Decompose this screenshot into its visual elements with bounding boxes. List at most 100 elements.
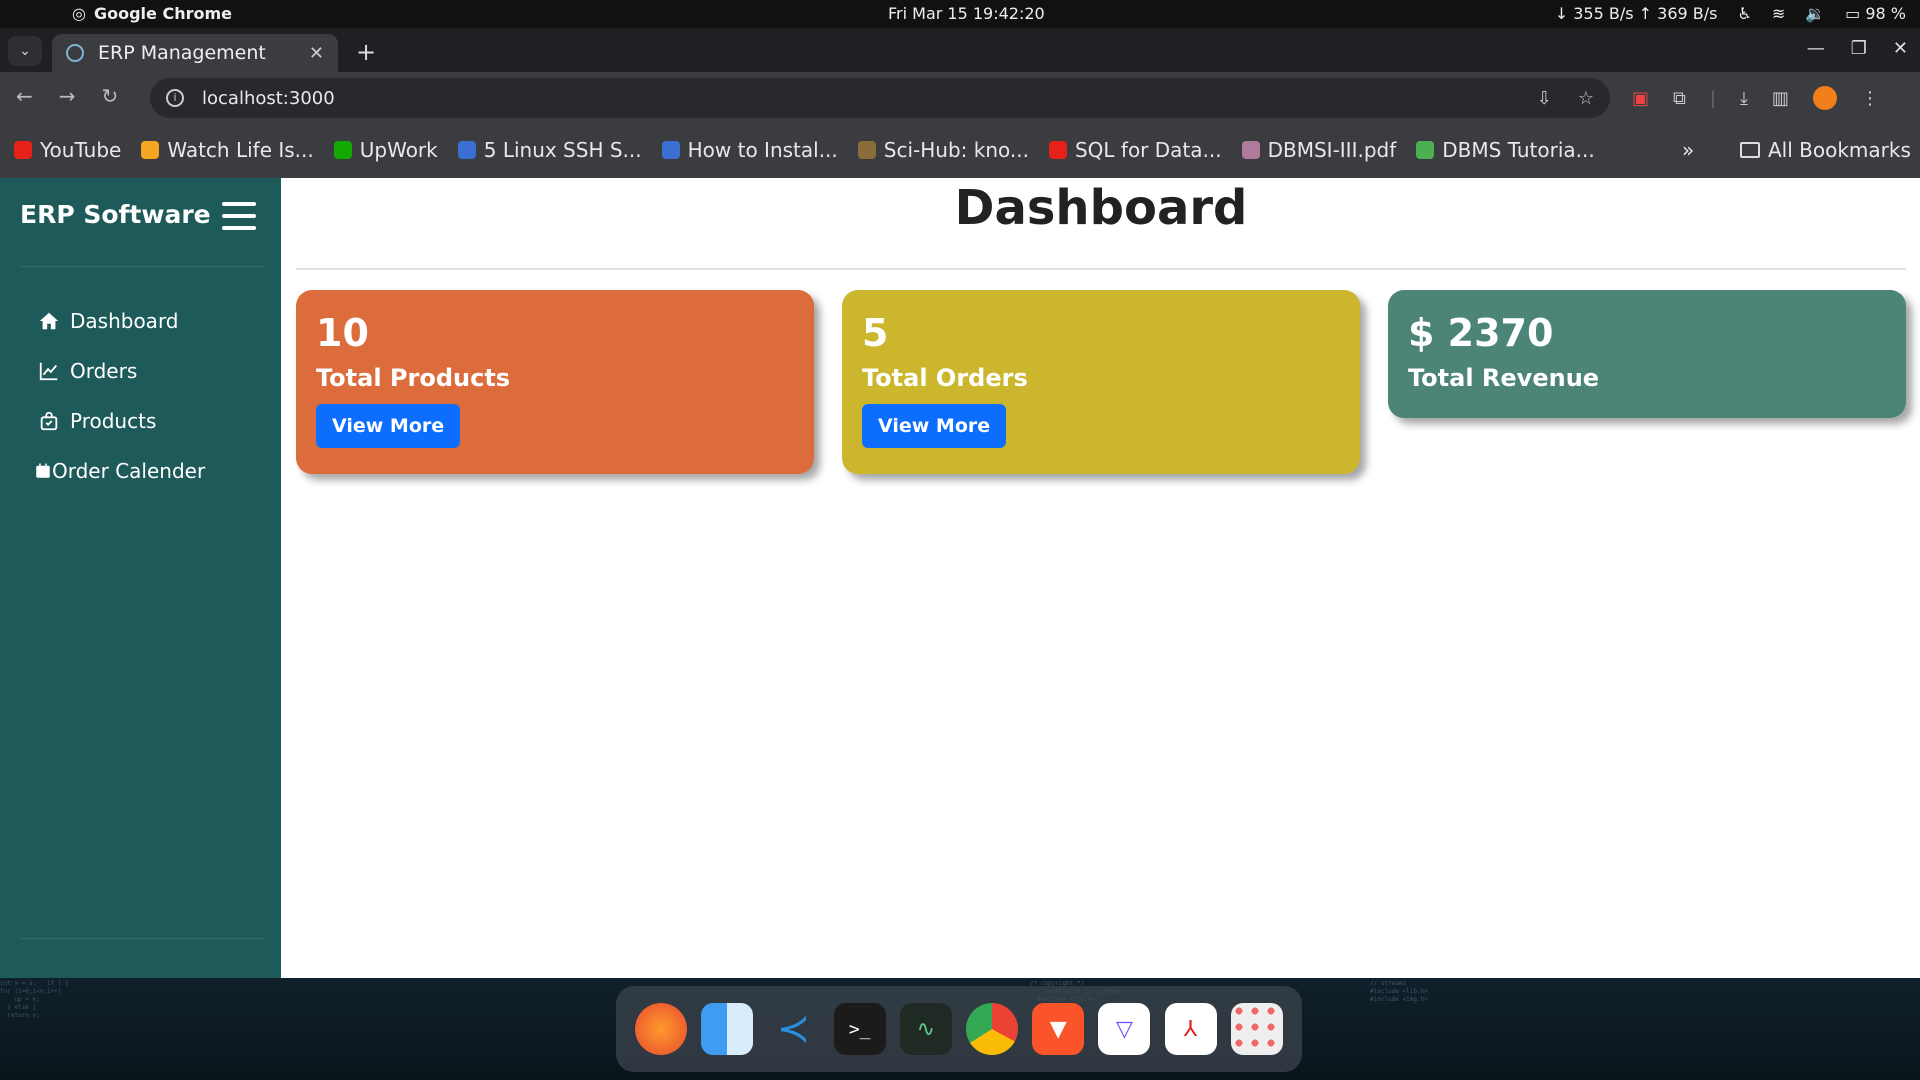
new-tab-button[interactable]: + (356, 38, 376, 66)
bookmark-item[interactable]: How to Instal... (661, 138, 838, 162)
card-total-products: 10 Total Products View More (296, 290, 814, 474)
window-controls: — ❐ ✕ (1807, 38, 1908, 59)
back-icon[interactable]: ← (16, 84, 33, 108)
card-label: Total Orders (862, 364, 1028, 392)
chrome-menu-icon[interactable]: ⋮ (1861, 88, 1879, 109)
site-info-icon[interactable]: i (166, 89, 184, 107)
bookmark-favicon-icon (457, 141, 476, 159)
hamburger-menu-icon[interactable] (222, 202, 256, 230)
sidebar-item-order-calender[interactable]: Order Calender (34, 446, 205, 496)
bookmark-item[interactable]: DBMS Tutoria... (1416, 138, 1595, 162)
bookmark-star-icon[interactable]: ☆ (1578, 88, 1594, 109)
vscode-icon[interactable]: ≺ (767, 1003, 819, 1055)
sidebar-menu: Dashboard Orders Products Order Calender (36, 296, 205, 496)
bookmarks-list: YouTube Watch Life Is... UpWork 5 Linux SSH… (14, 138, 1595, 162)
side-panel-icon[interactable]: ▥ (1772, 88, 1789, 109)
forward-icon[interactable]: → (59, 84, 76, 108)
extension-red-icon[interactable]: ▣ (1632, 88, 1649, 109)
tab-search-button[interactable]: ⌄ (8, 36, 42, 66)
bookmark-favicon-icon (1241, 141, 1260, 159)
clock[interactable]: Fri Mar 15 19:42:20 (888, 4, 1045, 23)
title-divider (296, 268, 1906, 270)
bookmark-favicon-icon (1416, 141, 1435, 159)
app-grid-icon[interactable] (1230, 1003, 1283, 1055)
dock: ≺ >_ ∿ ▼ ▽ ⅄ (616, 986, 1302, 1072)
acrobat-icon[interactable]: ⅄ (1164, 1003, 1217, 1055)
battery-status[interactable]: ▭ 98 % (1845, 4, 1906, 23)
toolbar-divider: | (1709, 87, 1716, 109)
calendar-icon (36, 463, 50, 478)
active-app-name[interactable]: ◎ Google Chrome (72, 4, 232, 23)
browser-tab-active[interactable]: ERP Management ✕ (52, 34, 338, 72)
sidebar-item-orders[interactable]: Orders (38, 346, 205, 396)
bookmark-favicon-icon (857, 141, 876, 159)
wifi-icon[interactable]: ≋ (1772, 4, 1785, 23)
bookmark-item[interactable]: YouTube (14, 138, 121, 162)
main-content: Dashboard 10 Total Products View More 5 … (296, 178, 1906, 978)
card-value: 10 (316, 311, 369, 355)
address-bar[interactable]: i localhost:3000 ⇩ ☆ (150, 78, 1610, 118)
sidebar-item-label: Order Calender (52, 459, 206, 483)
sidebar-divider (20, 266, 264, 267)
bookmark-item[interactable]: SQL for Data... (1048, 138, 1222, 162)
accessibility-icon[interactable]: ♿ (1737, 4, 1751, 23)
close-window-icon[interactable]: ✕ (1893, 38, 1908, 59)
status-area: ↓ 355 B/s ↑ 369 B/s ♿ ≋ 🔉 ▭ 98 % (1555, 4, 1906, 23)
chrome-icon[interactable] (966, 1003, 1019, 1055)
wallpaper-code-texture: // streams #include <lib.h> #include <im… (1370, 980, 1428, 1003)
profile-avatar[interactable] (1812, 86, 1837, 110)
volume-icon[interactable]: 🔉 (1805, 4, 1825, 23)
brand-title[interactable]: ERP Software (20, 200, 211, 229)
bookmark-favicon-icon (141, 141, 160, 159)
reload-icon[interactable]: ↻ (102, 84, 119, 108)
brave-icon[interactable]: ▼ (1032, 1003, 1085, 1055)
bookmark-item[interactable]: UpWork (333, 138, 438, 162)
all-bookmarks-button[interactable]: All Bookmarks (1740, 138, 1911, 162)
bookmarks-bar: YouTube Watch Life Is... UpWork 5 Linux SSH… (0, 124, 1920, 178)
app-name-label: Google Chrome (93, 4, 232, 23)
terminal-icon[interactable]: >_ (833, 1003, 886, 1055)
omnibox-actions: ⇩ ☆ (1537, 88, 1594, 109)
browser-toolbar: ← → ↻ i localhost:3000 ⇩ ☆ ▣ ⧉ | ⤓ ▥ ⋮ (0, 72, 1920, 124)
folder-icon (1740, 142, 1760, 158)
sidebar: ERP Software Dashboard Orders Products O… (0, 178, 281, 978)
nav-buttons: ← → ↻ (16, 84, 118, 108)
react-favicon-icon (66, 44, 84, 62)
bookmark-item[interactable]: 5 Linux SSH S... (457, 138, 642, 162)
bookmark-label: How to Instal... (687, 138, 838, 162)
card-total-revenue: $ 2370 Total Revenue (1388, 290, 1906, 418)
bookmark-favicon-icon (1048, 141, 1067, 159)
view-more-orders-button[interactable]: View More (862, 404, 1007, 448)
system-monitor-icon[interactable]: ∿ (899, 1003, 952, 1055)
sidebar-item-products[interactable]: Products (38, 396, 205, 446)
sidebar-item-label: Products (70, 409, 157, 433)
bookmark-label: Sci-Hub: kno... (883, 138, 1029, 162)
downloads-icon[interactable]: ⤓ (1740, 88, 1748, 109)
bookmark-item[interactable]: Sci-Hub: kno... (857, 138, 1029, 162)
install-app-icon[interactable]: ⇩ (1537, 88, 1552, 109)
battery-label: 98 % (1865, 4, 1906, 23)
home-icon (39, 312, 59, 330)
bookmark-label: DBMS Tutoria... (1442, 138, 1595, 162)
view-more-products-button[interactable]: View More (316, 404, 461, 448)
network-speed: ↓ 355 B/s ↑ 369 B/s (1554, 4, 1718, 23)
chart-line-icon (39, 362, 58, 381)
proton-vpn-icon[interactable]: ▽ (1098, 1003, 1151, 1055)
restore-icon[interactable]: ❐ (1851, 38, 1867, 59)
sidebar-divider-bottom (20, 938, 264, 939)
more-bookmarks-icon[interactable]: » (1682, 138, 1694, 162)
url-text[interactable]: localhost:3000 (202, 88, 335, 109)
firefox-icon[interactable] (635, 1003, 688, 1055)
bookmark-item[interactable]: Watch Life Is... (141, 138, 314, 162)
card-label: Total Revenue (1408, 364, 1600, 392)
close-tab-icon[interactable]: ✕ (309, 43, 324, 64)
card-label: Total Products (316, 364, 511, 392)
desktop-wallpaper: int x = s; if ( { for (i=0;i<n;i++) up =… (0, 978, 1920, 1080)
bookmark-item[interactable]: DBMSI-III.pdf (1241, 138, 1396, 162)
extensions-puzzle-icon[interactable]: ⧉ (1673, 88, 1686, 109)
sidebar-item-dashboard[interactable]: Dashboard (38, 296, 205, 346)
finder-icon[interactable] (701, 1003, 754, 1055)
bookmark-favicon-icon (661, 141, 680, 159)
minimize-icon[interactable]: — (1807, 38, 1825, 59)
bookmark-label: SQL for Data... (1074, 138, 1222, 162)
